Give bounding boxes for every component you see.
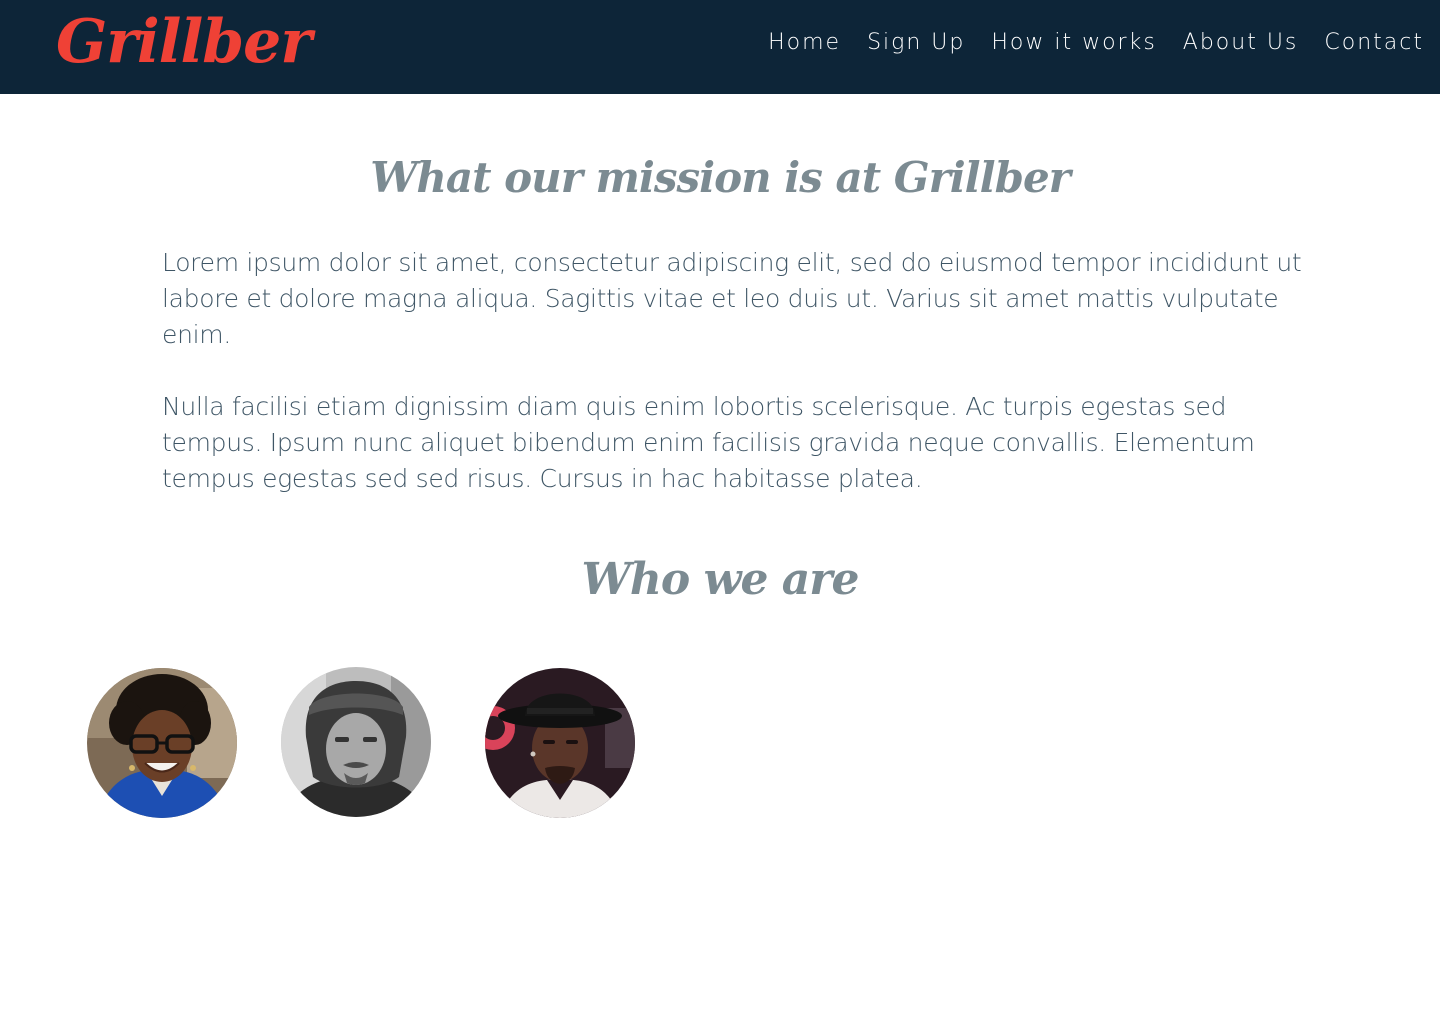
brand-logo[interactable]: Grillber (56, 2, 312, 82)
nav-link-home[interactable]: Home (768, 30, 841, 55)
team-member-avatar-2 (281, 667, 431, 817)
main-nav: Home Sign Up How it works About Us Conta… (742, 0, 1424, 84)
nav-link-sign-up[interactable]: Sign Up (867, 30, 965, 55)
nav-link-about-us[interactable]: About Us (1183, 30, 1299, 55)
team-member-avatar-3 (485, 668, 635, 818)
man-beanie-grayscale-photo (281, 667, 431, 817)
nav-link-contact[interactable]: Contact (1324, 30, 1424, 55)
nav-link-how-it-works[interactable]: How it works (991, 30, 1156, 55)
team-member-avatar-1 (87, 668, 237, 818)
woman-glasses-smiling-photo (87, 668, 237, 818)
mission-paragraph-2: Nulla facilisi etiam dignissim diam quis… (162, 392, 1255, 493)
team-heading: Who we are (581, 554, 860, 605)
man-hat-neon-photo (485, 668, 635, 818)
mission-paragraph-1: Lorem ipsum dolor sit amet, consectetur … (162, 248, 1302, 349)
top-navbar: Grillber Home Sign Up How it works About… (0, 0, 1440, 94)
mission-heading: What our mission is at Grillber (370, 153, 1071, 202)
